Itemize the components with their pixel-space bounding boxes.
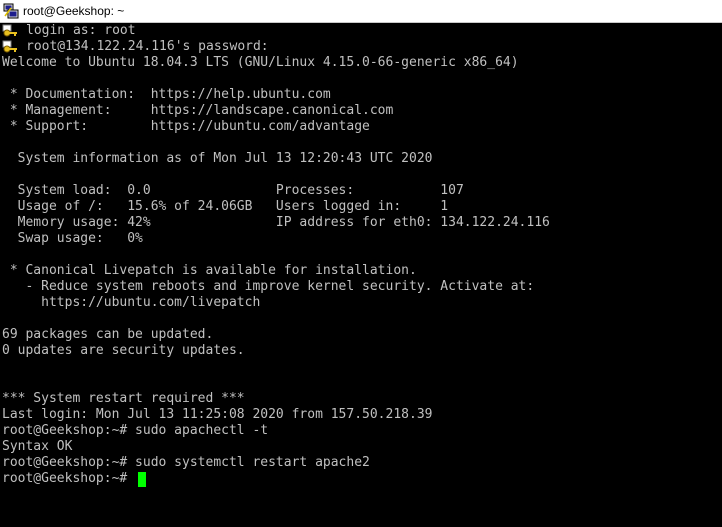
terminal-line: * Management: https://landscape.canonica… [2, 103, 394, 118]
terminal-line: * Support: https://ubuntu.com/advantage [2, 119, 370, 134]
terminal-line: Last login: Mon Jul 13 11:25:08 2020 fro… [2, 407, 433, 422]
terminal-line: *** System restart required *** [2, 391, 245, 406]
window-title: root@Geekshop: ~ [23, 4, 125, 18]
terminal-line: System load: 0.0 Processes: 107 [2, 183, 464, 198]
terminal-line: 69 packages can be updated. [2, 327, 214, 342]
terminal-line: Memory usage: 42% IP address for eth0: 1… [2, 215, 550, 230]
terminal-line: Usage of /: 15.6% of 24.06GB Users logge… [2, 199, 449, 214]
terminal-line: Swap usage: 0% [2, 231, 143, 246]
terminal-line: Welcome to Ubuntu 18.04.3 LTS (GNU/Linux… [2, 55, 519, 70]
terminal-screen[interactable]: login as: root root@134.122.24.116's pas… [0, 23, 722, 527]
terminal-line: Syntax OK [2, 439, 73, 454]
terminal-line: root@134.122.24.116's password: [26, 39, 269, 54]
terminal-prompt-line[interactable]: root@Geekshop:~# [2, 471, 135, 487]
terminal-line: login as: root [26, 23, 136, 38]
terminal-line: * Canonical Livepatch is available for i… [2, 263, 417, 278]
terminal-line: System information as of Mon Jul 13 12:2… [2, 151, 433, 166]
terminal-cursor[interactable] [138, 472, 146, 487]
window-titlebar[interactable]: root@Geekshop: ~ [0, 0, 722, 23]
terminal-line: 0 updates are security updates. [2, 343, 245, 358]
terminal-line: https://ubuntu.com/livepatch [2, 295, 261, 310]
putty-terminal-icon[interactable] [3, 3, 19, 19]
key-icon [2, 40, 18, 54]
key-icon [2, 24, 18, 38]
terminal-line: * Documentation: https://help.ubuntu.com [2, 87, 331, 102]
terminal-line: - Reduce system reboots and improve kern… [2, 279, 535, 294]
terminal-line: root@Geekshop:~# sudo systemctl restart … [2, 455, 370, 470]
terminal-line: root@Geekshop:~# sudo apachectl -t [2, 423, 269, 438]
